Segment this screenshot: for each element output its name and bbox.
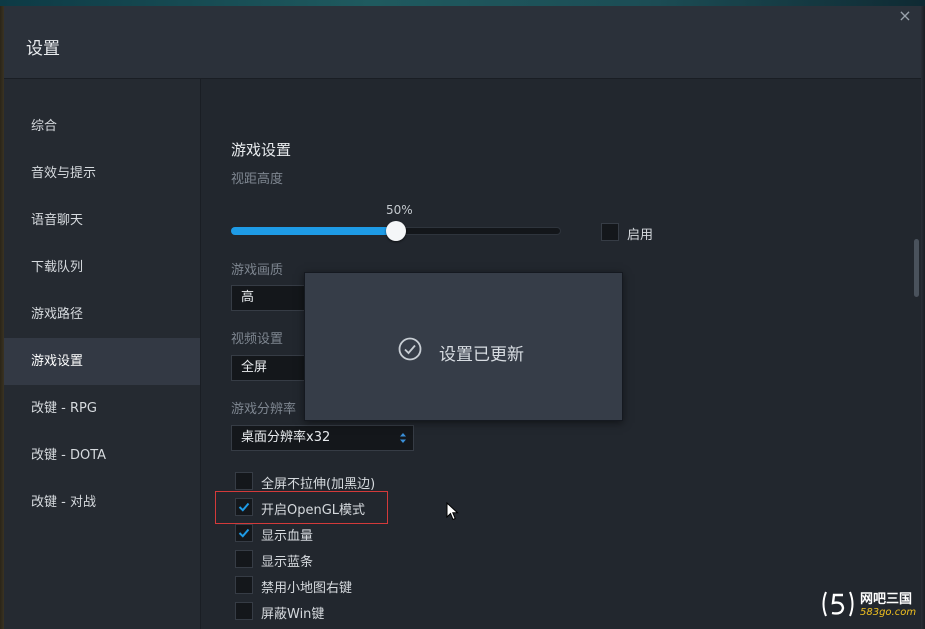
show-health-label: 显示血量 <box>261 529 314 544</box>
opengl-mode-checkbox[interactable] <box>235 498 253 516</box>
quality-selected: 高 <box>241 290 255 305</box>
slider-fill <box>231 227 396 235</box>
check-circle-icon <box>398 337 422 361</box>
settings-updated-toast: 设置已更新 <box>304 272 623 421</box>
fullscreen-no-stretch-checkbox[interactable] <box>235 472 253 490</box>
sidebar-item-keys-versus[interactable]: 改键 - 对战 <box>4 479 200 526</box>
watermark-site: 583go.com <box>860 607 917 618</box>
sidebar-item-general[interactable]: 综合 <box>4 103 200 150</box>
close-button[interactable]: × <box>895 6 915 26</box>
sidebar-item-download-queue[interactable]: 下载队列 <box>4 244 200 291</box>
video-selected: 全屏 <box>241 360 268 375</box>
updown-arrow-icon <box>400 433 406 443</box>
fullscreen-no-stretch-label: 全屏不拉伸(加黑边) <box>261 477 376 492</box>
mouse-cursor-icon <box>446 502 459 521</box>
sidebar: 综合 音效与提示 语音聊天 下载队列 游戏路径 游戏设置 改键 - RPG 改键… <box>4 79 201 629</box>
show-health-checkbox[interactable] <box>235 524 253 542</box>
toast-message: 设置已更新 <box>439 345 524 365</box>
watermark-name: 网吧三国 <box>860 592 913 607</box>
show-mana-label: 显示蓝条 <box>261 555 314 570</box>
show-mana-checkbox[interactable] <box>235 550 253 568</box>
sidebar-item-keys-dota[interactable]: 改键 - DOTA <box>4 432 200 479</box>
resolution-select[interactable]: 桌面分辨率x32 <box>231 425 414 451</box>
resolution-label: 游戏分辨率 <box>231 402 297 417</box>
scrollbar-thumb[interactable] <box>914 239 919 297</box>
view-height-slider[interactable] <box>231 221 561 241</box>
quality-label: 游戏画质 <box>231 263 284 278</box>
site-logo-icon <box>822 591 854 617</box>
block-win-key-label: 屏蔽Win键 <box>261 607 325 622</box>
title-bar: 设置 × <box>4 6 921 79</box>
check-icon <box>238 528 250 538</box>
sidebar-item-game-settings[interactable]: 游戏设置 <box>4 338 200 385</box>
resolution-selected: 桌面分辨率x32 <box>241 430 331 445</box>
sidebar-item-keys-rpg[interactable]: 改键 - RPG <box>4 385 200 432</box>
video-label: 视频设置 <box>231 332 284 347</box>
disable-minimap-right-click-label: 禁用小地图右键 <box>261 581 353 596</box>
window-title: 设置 <box>26 39 60 59</box>
sidebar-item-game-path[interactable]: 游戏路径 <box>4 291 200 338</box>
sidebar-item-voice-chat[interactable]: 语音聊天 <box>4 197 200 244</box>
watermark: 网吧三国 583go.com <box>820 588 920 624</box>
section-title: 游戏设置 <box>231 141 292 159</box>
sidebar-item-sound[interactable]: 音效与提示 <box>4 150 200 197</box>
view-height-enable-checkbox[interactable] <box>601 223 619 241</box>
opengl-mode-label: 开启OpenGL模式 <box>261 503 366 518</box>
view-height-enable-label: 启用 <box>627 228 654 243</box>
slider-thumb[interactable] <box>386 221 406 241</box>
block-win-key-checkbox[interactable] <box>235 602 253 620</box>
view-height-value: 50% <box>386 203 413 217</box>
disable-minimap-right-click-checkbox[interactable] <box>235 576 253 594</box>
check-icon <box>238 502 250 512</box>
screen: 设置 × 综合 音效与提示 语音聊天 下载队列 游戏路径 游戏设置 改键 - R… <box>0 0 925 629</box>
view-height-label: 视距高度 <box>231 172 284 187</box>
